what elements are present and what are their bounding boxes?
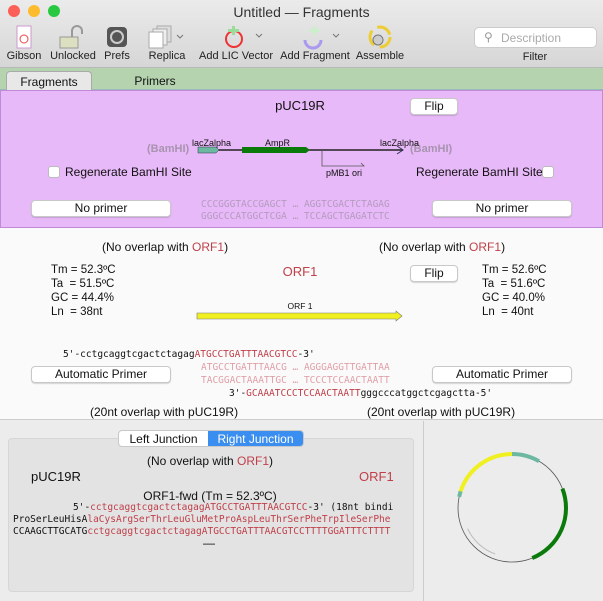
- orf1-arc: [458, 452, 513, 493]
- vector-flip-button[interactable]: Flip: [410, 98, 458, 115]
- regenerate-left-label: Regenerate BamHI Site: [65, 165, 192, 179]
- filter-label: Filter: [522, 51, 548, 63]
- junction-right-name: ORF1: [359, 469, 394, 484]
- replica-button[interactable]: Replica: [144, 24, 190, 62]
- feature-label-ori: pMB1 ori: [326, 168, 363, 178]
- unlocked-button[interactable]: Unlocked: [48, 24, 98, 62]
- gear-icon: [102, 24, 132, 50]
- fragment-right-primer-button[interactable]: Automatic Primer: [432, 366, 572, 383]
- vector-left-overlap-text: (No overlap with ORF1): [102, 240, 229, 254]
- regenerate-left-checkbox[interactable]: [48, 166, 60, 178]
- fragment-right-overlap: (20nt overlap with pUC19R): [367, 405, 516, 419]
- add-vector-icon: [198, 24, 274, 50]
- tab-left-junction[interactable]: Left Junction: [119, 431, 208, 446]
- fragment-left-overlap: (20nt overlap with pUC19R): [90, 405, 239, 419]
- tab-fragments[interactable]: Fragments: [6, 71, 92, 90]
- fragment-flip-button[interactable]: Flip: [410, 265, 458, 282]
- window-title: Untitled — Fragments: [233, 4, 370, 20]
- ori-marker: [321, 150, 365, 167]
- replica-icon: [144, 24, 190, 50]
- feature-label-lacz-left: lacZalpha: [192, 138, 232, 148]
- reverse-primer-seq: 3'-GCAAATCCCTCCAACTAATTgggcccatggctcgagc…: [229, 388, 493, 399]
- assemble-icon: [354, 24, 406, 50]
- junction-segmented-control: Left Junction Right Junction: [118, 430, 304, 447]
- vector-left-primer-button[interactable]: No primer: [31, 200, 171, 217]
- fragment-name: ORF1: [282, 264, 318, 279]
- lacz-arc-right: [511, 452, 540, 464]
- vector-seq-bottom: GGGCCCATGGCTCGA … TCCAGCTGAGATCTC: [201, 211, 390, 222]
- circular-plasmid-map: [457, 452, 568, 563]
- prefs-button[interactable]: Prefs: [102, 24, 132, 62]
- ori-arc: [467, 528, 496, 555]
- left-bamhi-site: (BamHI): [147, 143, 190, 155]
- add-lic-vector-button[interactable]: Add LIC Vector: [198, 24, 274, 62]
- add-fragment-icon: [280, 24, 350, 50]
- regenerate-right-checkbox[interactable]: [542, 166, 554, 178]
- junction-primer-title: ORF1-fwd (Tm = 52.3ºC): [143, 489, 277, 503]
- search-icon: ⚲: [484, 30, 493, 44]
- orf-feature-arrow: [196, 310, 403, 322]
- fragment-seq-bottom: TACGGACTAAATTGC … TCCCTCCAACTAATT: [201, 375, 390, 386]
- panel-divider: [423, 421, 424, 601]
- feature-label-lacz-right: lacZalpha: [380, 138, 420, 148]
- vector-right-overlap-text: (No overlap with ORF1): [379, 240, 506, 254]
- left-primer-stats: Tm = 52.3ºC Ta = 51.5ºC GC = 44.4% Ln = …: [51, 264, 116, 318]
- fragment-left-primer-button[interactable]: Automatic Primer: [31, 366, 171, 383]
- forward-primer-seq: 5'-cctgcaggtcgactctagagATGCCTGATTTAACGTC…: [63, 349, 315, 360]
- tab-right-junction[interactable]: Right Junction: [208, 431, 303, 446]
- right-primer-stats: Tm = 52.6ºC Ta = 51.6ºC GC = 40.0% Ln = …: [482, 264, 547, 318]
- tab-primers[interactable]: Primers: [110, 71, 200, 90]
- fragment-seq-top: ATGCCTGATTTAACG … AGGGAGGTTGATTAA: [201, 362, 390, 373]
- vector-seq-top: CCCGGGTACCGAGCT … AGGTCGACTCTAGAG: [201, 199, 390, 210]
- gibson-button[interactable]: Gibson: [6, 24, 42, 62]
- junction-sequence-view: 5'-cctgcaggtcgactctagagATGCCTGATTTAACGTC…: [13, 502, 394, 550]
- unlocked-lock-icon: [48, 24, 98, 50]
- ampr-arc: [531, 487, 568, 560]
- junction-overlap: (No overlap with ORF1): [146, 454, 274, 468]
- regenerate-right-label: Regenerate BamHI Site: [416, 165, 543, 179]
- vector-right-primer-button[interactable]: No primer: [432, 200, 572, 217]
- lacz-arc-left: [457, 490, 463, 498]
- feature-label-ampr: AmpR: [265, 138, 291, 148]
- vector-name: pUC19R: [275, 98, 325, 113]
- junction-left-name: pUC19R: [31, 469, 81, 484]
- add-fragment-button[interactable]: Add Fragment: [280, 24, 350, 62]
- gibson-icon: [6, 24, 42, 50]
- description-search-input[interactable]: ⚲ Description: [474, 27, 597, 48]
- assemble-button[interactable]: Assemble: [354, 24, 406, 62]
